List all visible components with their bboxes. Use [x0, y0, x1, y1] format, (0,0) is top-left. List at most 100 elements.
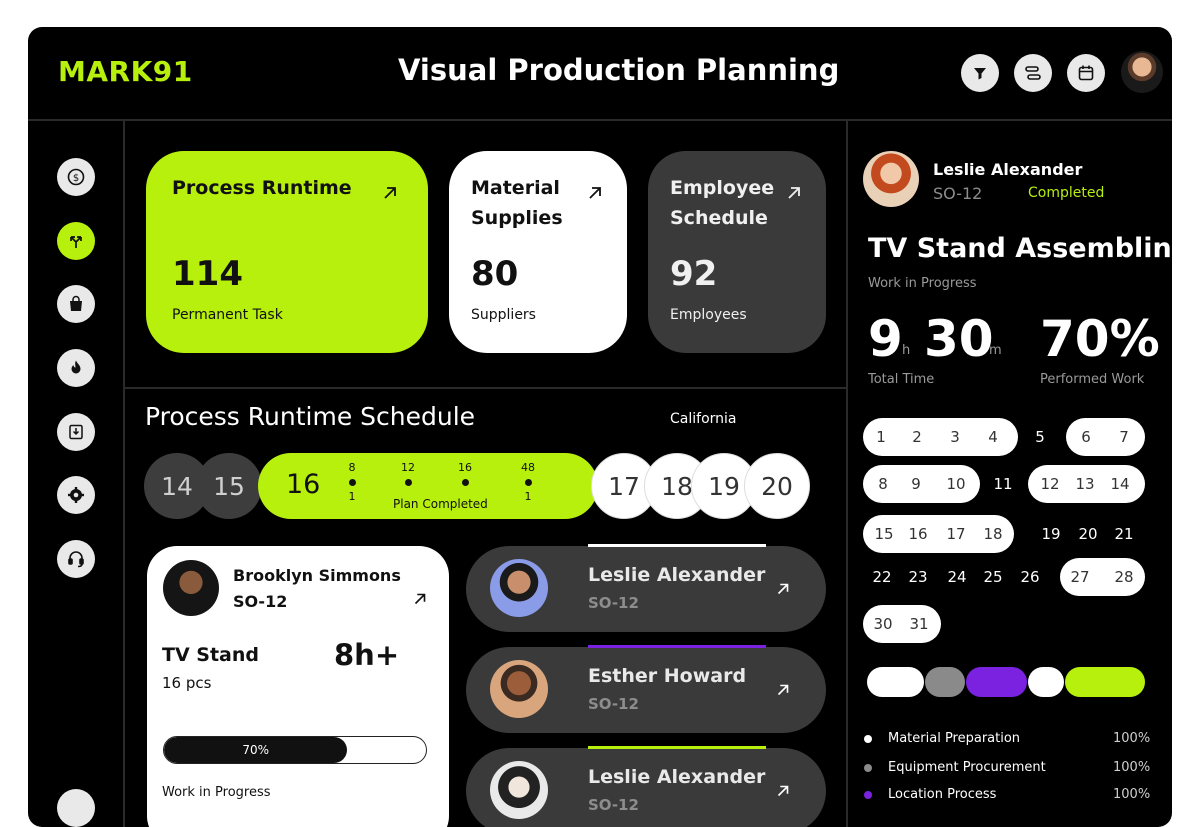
- sidebar-item-support[interactable]: [57, 540, 95, 578]
- active-day-timeline[interactable]: 16 81 12 16 48 1 Plan Completed: [258, 453, 598, 519]
- download-icon: [69, 424, 83, 440]
- card-title: Employee Schedule: [670, 177, 775, 229]
- sidebar-item-trending[interactable]: [57, 349, 95, 387]
- legend-dot: [864, 763, 872, 772]
- page-title: Visual Production Planning: [398, 53, 840, 87]
- calendar-day[interactable]: 14: [1107, 465, 1133, 503]
- task-card[interactable]: Brooklyn Simmons SO-12 TV Stand 16 pcs 8…: [147, 546, 449, 827]
- card-value: 92: [670, 254, 718, 294]
- sidebar-item-more[interactable]: [57, 789, 95, 827]
- calendar-day[interactable]: 20: [1075, 515, 1101, 553]
- sidebar-item-reports[interactable]: [57, 413, 95, 451]
- calendar-day[interactable]: 12: [1037, 465, 1063, 503]
- row-accent: [588, 746, 766, 749]
- calendar-day[interactable]: 6: [1073, 418, 1099, 456]
- detail-title: TV Stand Assembling: [868, 233, 1172, 264]
- calendar-day[interactable]: 2: [904, 418, 930, 456]
- calendar-day[interactable]: 18: [980, 515, 1006, 553]
- sidebar-divider: [123, 121, 125, 827]
- row-accent: [588, 544, 766, 547]
- legend-item: Material Preparation: [864, 731, 1020, 746]
- gear-icon: [68, 487, 84, 503]
- detail-divider: [846, 121, 848, 827]
- tick: 12: [393, 461, 423, 490]
- legend-bar-green: [1065, 667, 1145, 697]
- calendar-day[interactable]: 5: [1027, 418, 1053, 456]
- legend-bar-white-2: [1028, 667, 1064, 697]
- person-code: SO-12: [588, 594, 639, 612]
- performed-label: Performed Work: [1040, 372, 1145, 387]
- card-employee-schedule[interactable]: Employee Schedule 92 Employees: [648, 151, 826, 353]
- sidebar-item-routes[interactable]: [57, 222, 95, 260]
- tick: 16: [450, 461, 480, 490]
- calendar-day[interactable]: 31: [906, 605, 932, 643]
- card-process-runtime[interactable]: Process Runtime 114 Permanent Task: [146, 151, 428, 353]
- calendar-day[interactable]: 15: [871, 515, 897, 553]
- calendar-day[interactable]: 22: [869, 558, 895, 596]
- calendar-day[interactable]: 16: [905, 515, 931, 553]
- calendar-day[interactable]: 10: [943, 465, 969, 503]
- calendar-day[interactable]: 19: [1038, 515, 1064, 553]
- calendar-day[interactable]: 25: [980, 558, 1006, 596]
- task-product: TV Stand: [162, 644, 259, 666]
- dollar-icon: $: [67, 168, 85, 186]
- tick: 81: [348, 461, 356, 503]
- person-row[interactable]: Esther Howard SO-12: [466, 645, 826, 733]
- avatar: [490, 660, 548, 718]
- day-15[interactable]: 15: [196, 453, 262, 519]
- day-20[interactable]: 20: [744, 453, 810, 519]
- schedule-title: Process Runtime Schedule: [145, 402, 476, 431]
- calendar-day[interactable]: 3: [942, 418, 968, 456]
- total-time-label: Total Time: [868, 372, 935, 387]
- calendar-day[interactable]: 11: [990, 465, 1016, 503]
- plan-status: Plan Completed: [393, 497, 488, 511]
- calendar-day[interactable]: 8: [870, 465, 896, 503]
- task-status: Work in Progress: [162, 785, 271, 800]
- detail-code: SO-12: [933, 184, 983, 203]
- sidebar-item-settings[interactable]: [57, 476, 95, 514]
- calendar-day[interactable]: 4: [980, 418, 1006, 456]
- calendar-day[interactable]: 28: [1111, 558, 1137, 596]
- calendar-day[interactable]: 26: [1017, 558, 1043, 596]
- calendar-day[interactable]: 30: [870, 605, 896, 643]
- legend-bar-gray: [925, 667, 965, 697]
- arrow-up-right-icon[interactable]: [774, 681, 792, 699]
- calendar-day[interactable]: 9: [903, 465, 929, 503]
- calendar-day[interactable]: 27: [1067, 558, 1093, 596]
- person-code: SO-12: [588, 695, 639, 713]
- headset-icon: [68, 551, 84, 568]
- sidebar-item-orders[interactable]: [57, 285, 95, 323]
- calendar-day[interactable]: 24: [944, 558, 970, 596]
- task-duration: 8h+: [334, 638, 400, 672]
- legend-value: 100%: [1113, 760, 1151, 775]
- person-row[interactable]: Leslie Alexander SO-12: [466, 544, 826, 632]
- route-icon: [70, 236, 82, 248]
- card-material-supplies[interactable]: Material Supplies 80 Suppliers: [449, 151, 627, 353]
- arrow-up-right-icon[interactable]: [774, 782, 792, 800]
- fire-icon: [71, 360, 81, 374]
- sidebar-item-finance[interactable]: $: [57, 158, 95, 196]
- progress-bar: 70%: [163, 736, 427, 764]
- calendar-day[interactable]: 23: [905, 558, 931, 596]
- calendar-day[interactable]: 17: [943, 515, 969, 553]
- detail-subtitle: Work in Progress: [868, 276, 977, 291]
- person-code: SO-12: [588, 796, 639, 814]
- calendar-day[interactable]: 13: [1072, 465, 1098, 503]
- calendar-day[interactable]: 21: [1111, 515, 1137, 553]
- filter-button[interactable]: [961, 54, 999, 92]
- adjust-button[interactable]: [1014, 54, 1052, 92]
- calendar-day[interactable]: 7: [1111, 418, 1137, 456]
- calendar-day[interactable]: 1: [868, 418, 894, 456]
- user-avatar[interactable]: [1121, 51, 1163, 93]
- person-name: Leslie Alexander: [588, 766, 766, 788]
- person-name: Esther Howard: [588, 665, 747, 687]
- row-accent: [588, 645, 766, 648]
- person-row[interactable]: Leslie Alexander SO-12: [466, 746, 826, 827]
- schedule-location[interactable]: California: [670, 411, 736, 427]
- avatar: [863, 151, 919, 207]
- arrow-up-right-icon[interactable]: [411, 590, 429, 608]
- person-name: Leslie Alexander: [588, 564, 766, 586]
- arrow-up-right-icon[interactable]: [774, 580, 792, 598]
- calendar-button[interactable]: [1067, 54, 1105, 92]
- card-subtitle: Employees: [670, 307, 747, 323]
